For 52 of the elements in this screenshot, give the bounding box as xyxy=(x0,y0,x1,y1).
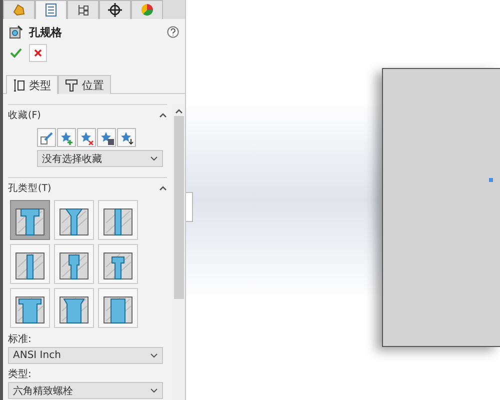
tree-icon xyxy=(76,3,90,17)
star-remove-icon xyxy=(80,130,94,144)
standard-dropdown[interactable]: ANSI Inch xyxy=(8,347,163,364)
panel-collapse-handle[interactable] xyxy=(186,192,193,222)
crosshair-icon xyxy=(108,3,122,17)
sub-tab[interactable]: 位置 xyxy=(58,75,111,94)
hole-wizard-icon xyxy=(9,25,23,39)
caret-icon xyxy=(150,353,158,358)
section-title: 孔类型(T) xyxy=(8,182,52,195)
check-icon xyxy=(10,48,22,58)
caret-icon xyxy=(150,156,158,161)
cancel-button[interactable] xyxy=(29,44,47,62)
color-wheel-icon xyxy=(140,3,154,17)
star-save-icon xyxy=(100,130,114,144)
help-icon[interactable] xyxy=(167,26,179,38)
part-icon xyxy=(12,3,26,17)
hole-type-button[interactable] xyxy=(10,244,50,284)
type-dropdown[interactable]: 六角精致螺栓 xyxy=(8,382,163,399)
hole-type-button[interactable] xyxy=(54,244,94,284)
scroll-up-icon[interactable] xyxy=(174,108,182,114)
favorite-button[interactable] xyxy=(97,128,116,147)
favorites-dropdown[interactable]: 没有选择收藏 xyxy=(37,150,163,167)
hole-type-button[interactable] xyxy=(10,288,50,328)
section-title: 收藏(F) xyxy=(8,109,41,122)
favorite-button[interactable] xyxy=(57,128,76,147)
scroll-thumb[interactable] xyxy=(174,116,184,299)
star-add-icon xyxy=(60,130,74,144)
t-shape-icon xyxy=(65,78,78,92)
panel-tab[interactable] xyxy=(67,0,99,19)
star-load-icon xyxy=(120,130,134,144)
dimension-icon xyxy=(13,78,25,92)
field-label: 标准: xyxy=(8,332,32,346)
close-icon xyxy=(34,49,42,57)
collapse-icon[interactable] xyxy=(159,186,167,191)
panel-tab[interactable] xyxy=(99,0,131,19)
collapse-icon[interactable] xyxy=(159,113,167,118)
hole-type-button[interactable] xyxy=(54,288,94,328)
apply-favorite-button[interactable] xyxy=(37,128,56,147)
hole-type-button[interactable] xyxy=(54,200,94,240)
hole-type-button[interactable] xyxy=(98,244,138,284)
hole-type-button[interactable] xyxy=(10,200,50,240)
point-icon xyxy=(489,178,493,182)
list-icon xyxy=(44,3,58,17)
pen-icon xyxy=(40,130,54,144)
panel-title: 孔规格 xyxy=(29,24,63,40)
field-label: 类型: xyxy=(8,368,32,381)
caret-icon xyxy=(150,388,158,393)
sub-tab[interactable]: 类型 xyxy=(6,75,58,94)
favorite-button[interactable] xyxy=(77,128,96,147)
hole-type-button[interactable] xyxy=(98,288,138,328)
favorite-button[interactable] xyxy=(117,128,136,147)
hole-type-button[interactable] xyxy=(98,200,138,240)
